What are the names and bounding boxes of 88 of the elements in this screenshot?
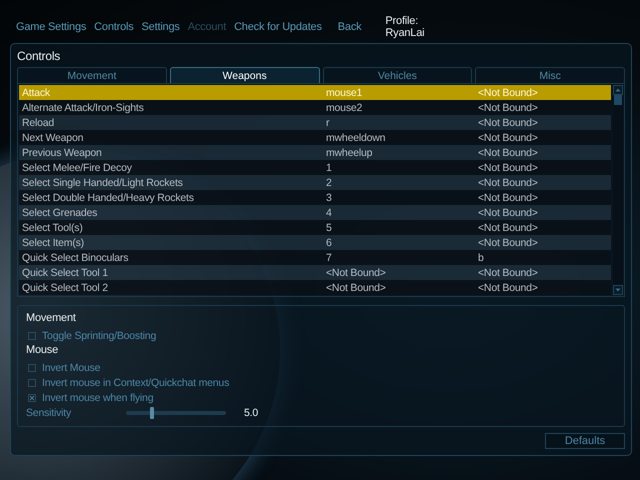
binding-row[interactable]: Alternate Attack/Iron-Sights mouse2 <Not Bound> xyxy=(19,100,611,115)
binding-row[interactable]: Select Item(s) 6 <Not Bound> xyxy=(19,235,611,250)
binding-row[interactable]: Quick Select Tool 1 <Not Bound> <Not Bound> xyxy=(19,265,611,280)
primary-key-cell-text: 2 xyxy=(326,176,333,188)
back-link[interactable]: Back xyxy=(338,21,362,33)
tab[interactable]: Vehicles xyxy=(322,67,472,83)
primary-key-cell-text: r xyxy=(326,116,330,128)
checkbox-label: Invert mouse when flying xyxy=(42,392,154,404)
scroll-up-icon[interactable] xyxy=(613,85,623,95)
nav-link[interactable]: Check for Updates xyxy=(234,21,322,33)
secondary-key-cell-text: <Not Bound> xyxy=(478,236,539,248)
primary-key-cell-text: 3 xyxy=(326,192,333,204)
slider-value: 5.0 xyxy=(244,407,258,419)
secondary-key-cell-text: <Not Bound> xyxy=(478,176,539,188)
checkbox-icon[interactable] xyxy=(28,378,36,386)
secondary-key-cell-text: <Not Bound> xyxy=(478,222,539,234)
scrollbar[interactable] xyxy=(613,85,623,295)
tab[interactable]: Misc xyxy=(475,67,625,83)
tab[interactable]: Movement xyxy=(17,67,167,83)
binding-row[interactable]: Next Weapon mwheeldown <Not Bound> xyxy=(19,130,611,145)
secondary-key-cell-text: <Not Bound> xyxy=(478,146,539,158)
checkbox-option[interactable]: Invert mouse when flying xyxy=(26,391,616,404)
action-cell-text: Attack xyxy=(22,86,51,98)
action-cell-text: Reload xyxy=(22,116,56,128)
checkbox-option[interactable]: Toggle Sprinting/Boosting xyxy=(26,329,616,342)
secondary-key-cell-text: <Not Bound> xyxy=(478,86,539,98)
action-cell-text: Quick Select Tool 1 xyxy=(22,266,109,278)
action-cell-text: Quick Select Binoculars xyxy=(22,252,130,264)
binding-row[interactable]: Reload r <Not Bound> xyxy=(19,115,611,130)
tab[interactable]: Weapons xyxy=(170,67,320,83)
checked-box-icon[interactable] xyxy=(28,394,36,402)
action-cell-text: Select Grenades xyxy=(22,206,98,218)
checkbox-option[interactable]: Invert Mouse xyxy=(26,361,616,374)
checkbox-icon[interactable] xyxy=(28,364,36,372)
binding-row[interactable]: Select Double Handed/Heavy Rockets 3 <Not Bound> xyxy=(19,190,611,205)
checkbox-label: Toggle Sprinting/Boosting xyxy=(42,330,156,342)
secondary-key-cell-text: <Not Bound> xyxy=(478,282,539,294)
section-heading: Movement xyxy=(26,312,77,326)
secondary-key-cell-text: <Not Bound> xyxy=(478,192,539,204)
binding-row[interactable]: Quick Select Binoculars 7 b xyxy=(19,250,611,265)
checkbox-label: Invert mouse in Context/Quickchat menus xyxy=(42,376,230,388)
profile-name: Profile: RyanLai xyxy=(385,15,426,39)
secondary-key-cell-text: b xyxy=(478,252,485,264)
action-cell-text: Alternate Attack/Iron-Sights xyxy=(22,102,145,114)
slider-thumb[interactable] xyxy=(150,407,154,419)
primary-key-cell-text: 6 xyxy=(326,236,333,248)
primary-key-cell-text: mouse2 xyxy=(326,102,364,114)
primary-key-cell-text: 5 xyxy=(326,222,333,234)
binding-row[interactable]: Previous Weapon mwheelup <Not Bound> xyxy=(19,145,611,160)
primary-key-cell-text: mouse1 xyxy=(326,86,364,98)
primary-key-cell-text: 4 xyxy=(326,206,333,218)
action-cell-text: Select Tool(s) xyxy=(22,222,84,234)
secondary-key-cell-text: <Not Bound> xyxy=(478,102,539,114)
nav-link[interactable]: Controls xyxy=(94,21,134,33)
secondary-key-cell-text: <Not Bound> xyxy=(478,116,539,128)
primary-key-cell-text: <Not Bound> xyxy=(326,282,387,294)
primary-key-cell-text: mwheeldown xyxy=(326,132,386,144)
slider-label: Sensitivity xyxy=(26,407,72,419)
panel-title: Controls xyxy=(17,48,62,65)
binding-row[interactable]: Select Melee/Fire Decoy 1 <Not Bound> xyxy=(19,160,611,175)
action-cell-text: Quick Select Tool 2 xyxy=(22,282,109,294)
secondary-key-cell-text: <Not Bound> xyxy=(478,162,539,174)
action-cell-text: Select Single Handed/Light Rockets xyxy=(22,176,184,188)
action-cell-text: Select Melee/Fire Decoy xyxy=(22,162,133,174)
primary-key-cell-text: 1 xyxy=(326,162,333,174)
scroll-down-icon[interactable] xyxy=(613,285,623,295)
binding-row[interactable]: Quick Select Tool 2 <Not Bound> <Not Bound> xyxy=(19,280,611,295)
action-cell-text: Next Weapon xyxy=(22,132,84,144)
nav-link[interactable]: Game Settings xyxy=(16,21,86,33)
scroll-thumb[interactable] xyxy=(614,95,622,105)
binding-row[interactable]: Select Tool(s) 5 <Not Bound> xyxy=(19,220,611,235)
binding-row[interactable]: Select Grenades 4 <Not Bound> xyxy=(19,205,611,220)
primary-key-cell-text: <Not Bound> xyxy=(326,266,387,278)
defaults-button[interactable]: Defaults xyxy=(545,433,625,449)
secondary-key-cell-text: <Not Bound> xyxy=(478,132,539,144)
nav-link[interactable]: Settings xyxy=(142,21,180,33)
checkbox-label: Invert Mouse xyxy=(42,362,100,374)
secondary-key-cell-text: <Not Bound> xyxy=(478,266,539,278)
section-heading: Mouse xyxy=(26,344,60,358)
action-cell-text: Select Item(s) xyxy=(22,236,85,248)
checkbox-option[interactable]: Invert mouse in Context/Quickchat menus xyxy=(26,376,616,389)
primary-key-cell-text: 7 xyxy=(326,252,333,264)
binding-row[interactable]: Select Single Handed/Light Rockets 2 <Not Bound> xyxy=(19,175,611,190)
action-cell-text: Previous Weapon xyxy=(22,146,103,158)
checkbox-icon[interactable] xyxy=(28,332,36,340)
primary-key-cell-text: mwheelup xyxy=(326,146,374,158)
action-cell-text: Select Double Handed/Heavy Rockets xyxy=(22,192,195,204)
secondary-key-cell-text: <Not Bound> xyxy=(478,206,539,218)
